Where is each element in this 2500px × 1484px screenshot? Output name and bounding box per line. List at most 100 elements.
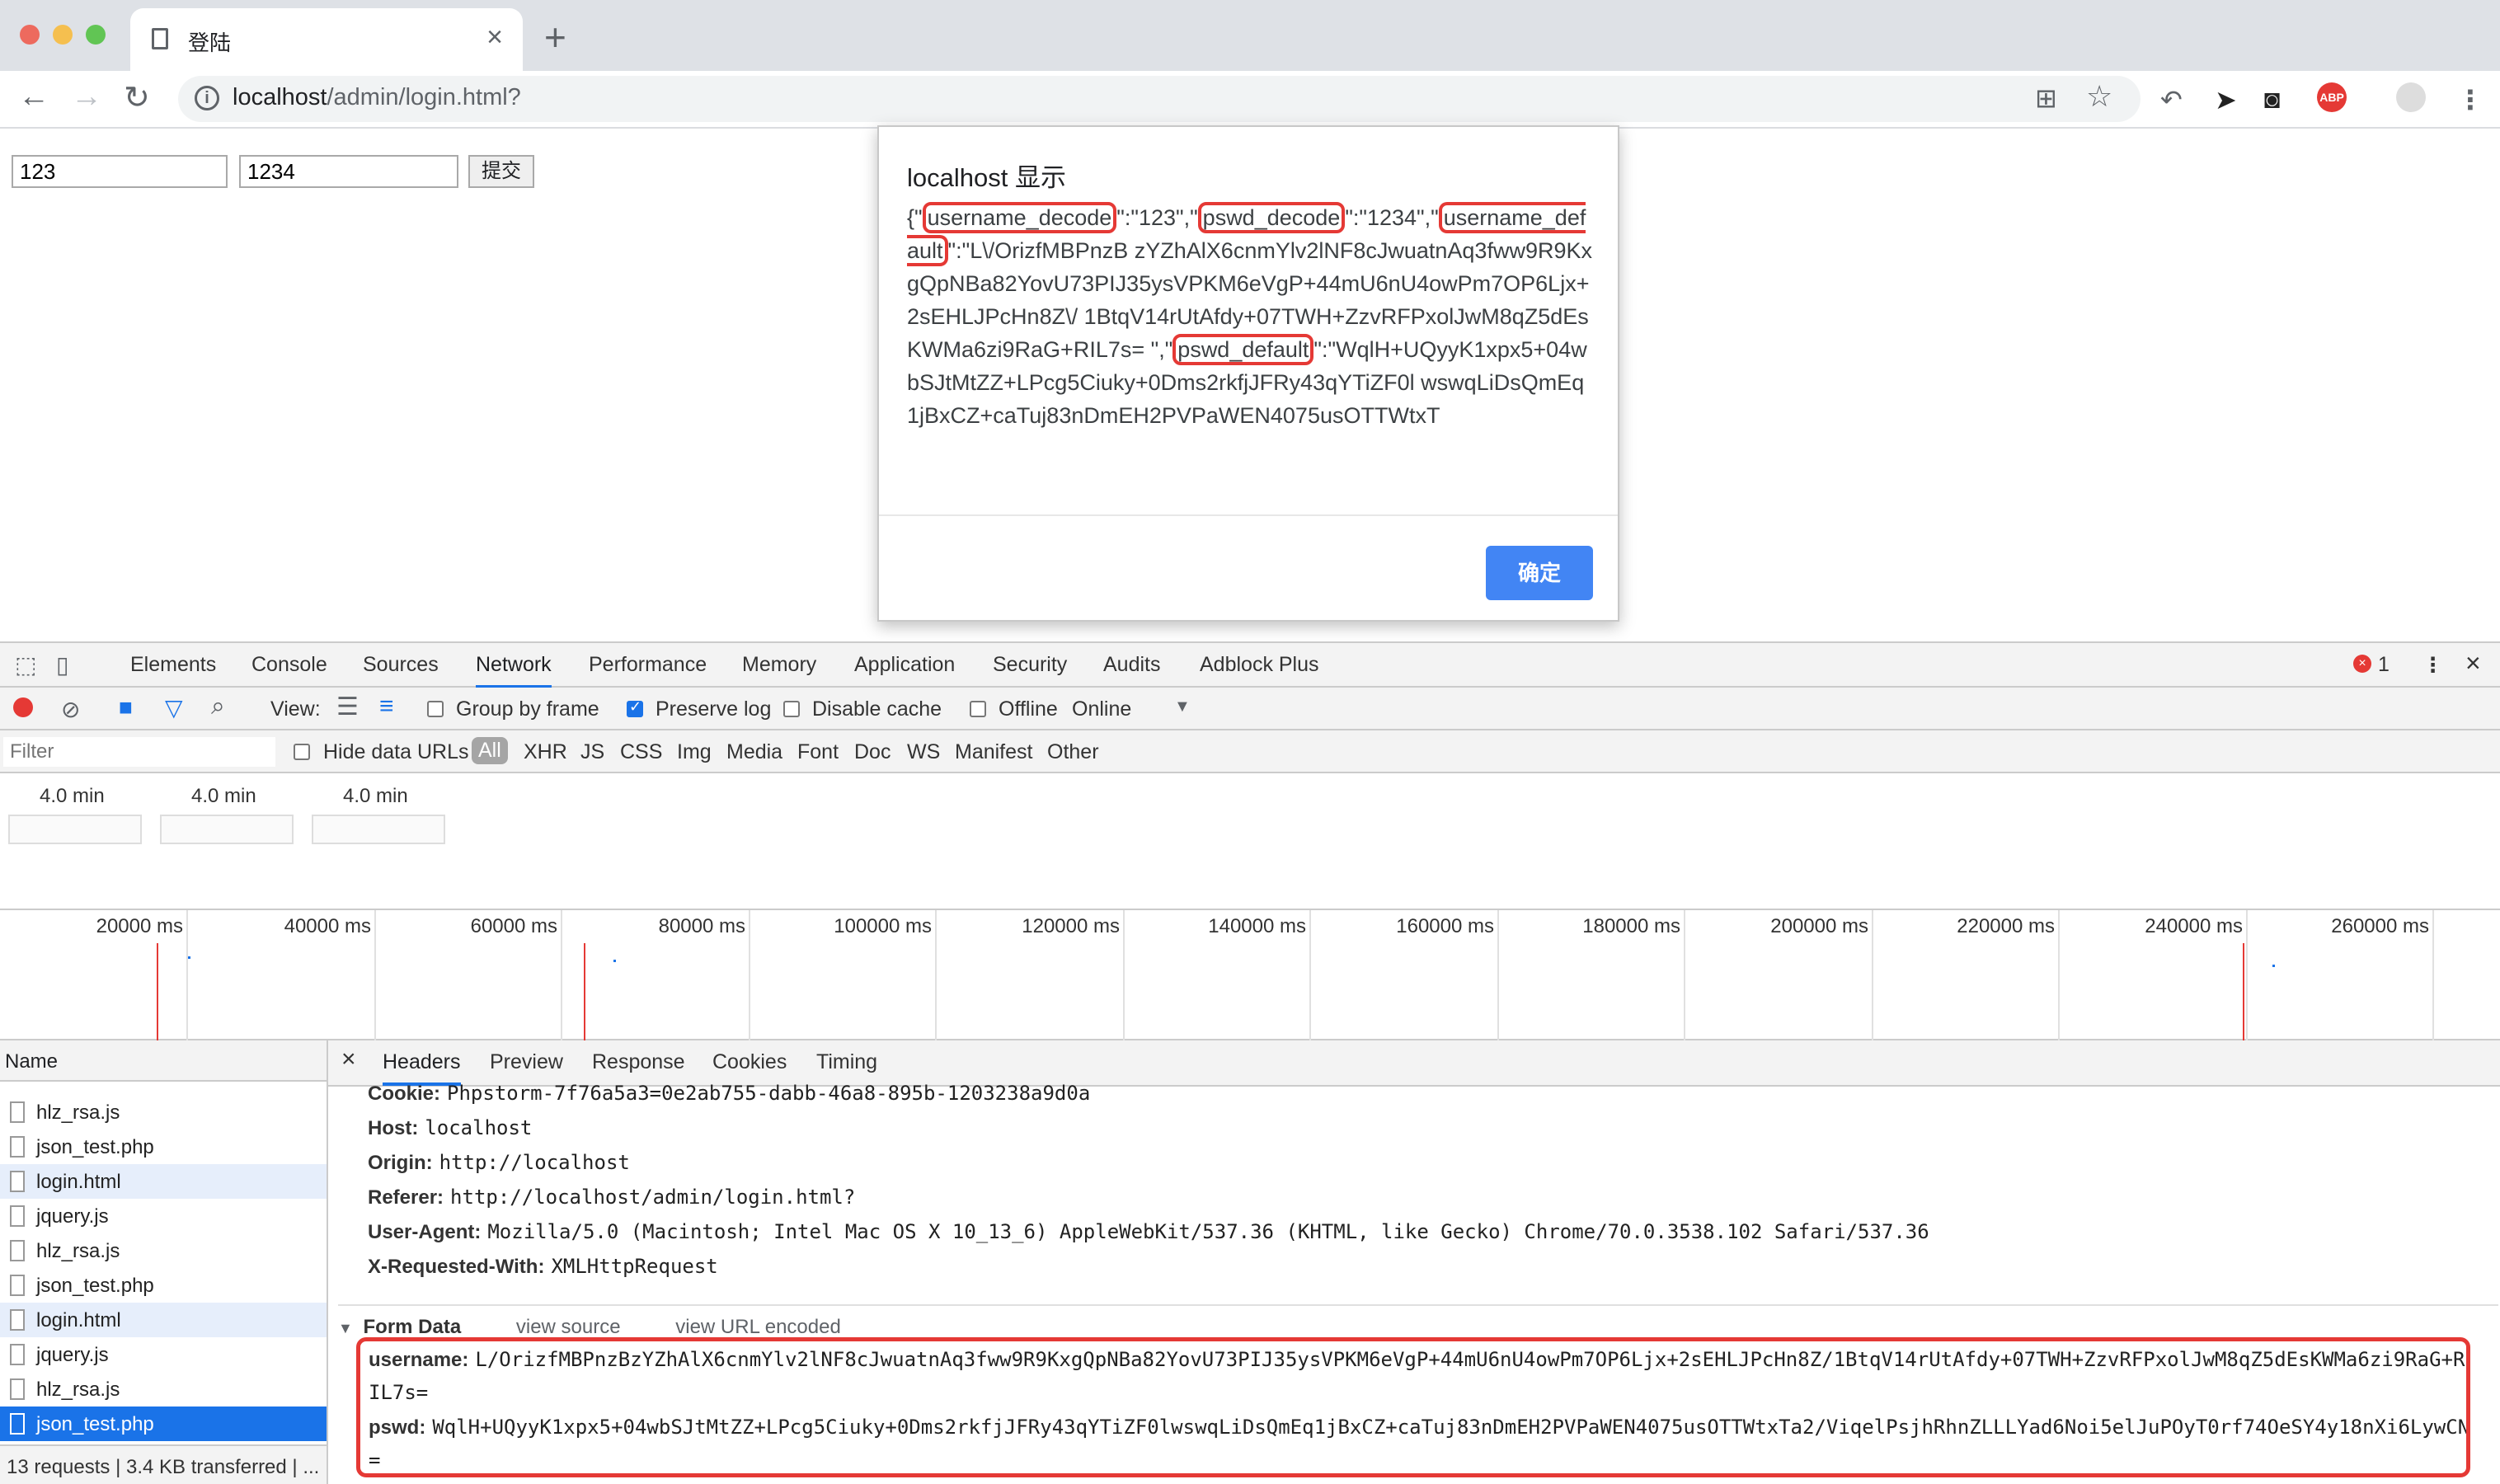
request-row[interactable]: json_test.php	[0, 1268, 327, 1303]
username-input[interactable]	[12, 155, 228, 188]
tab-response[interactable]: Response	[592, 1050, 685, 1074]
disable-cache-checkbox[interactable]	[783, 701, 800, 717]
browser-tab[interactable]: 登陆 ×	[130, 8, 523, 71]
request-row[interactable]: hlz_rsa.js	[0, 1233, 327, 1268]
timeline-gridline	[935, 910, 937, 1042]
request-row[interactable]: login.html	[0, 1164, 327, 1199]
tab-security[interactable]: Security	[993, 653, 1067, 677]
request-row[interactable]: hlz_rsa.js	[0, 1095, 327, 1129]
minimize-window-button[interactable]	[53, 25, 73, 45]
forward-icon[interactable]: →	[71, 79, 102, 115]
info-icon[interactable]: i	[195, 86, 219, 110]
tab-application[interactable]: Application	[854, 653, 955, 677]
large-rows-icon[interactable]: ☰	[336, 693, 359, 721]
timeline-overview[interactable]: 20000 ms 40000 ms 60000 ms 80000 ms 1000…	[0, 909, 2500, 1042]
screenshot-thumbnail[interactable]	[312, 815, 445, 844]
close-devtools-icon[interactable]: ×	[2465, 648, 2481, 679]
header-row: Cookie: Phpstorm-7f76a5a3=0e2ab755-dabb-4…	[368, 1082, 1090, 1106]
throttling-select[interactable]: Online	[1072, 697, 1131, 721]
close-window-button[interactable]	[20, 25, 40, 45]
reload-icon[interactable]: ↻	[124, 79, 150, 116]
tab-elements[interactable]: Elements	[130, 653, 216, 677]
tab-sources[interactable]: Sources	[363, 653, 439, 677]
clear-icon[interactable]: ⊘	[61, 696, 80, 723]
submit-button[interactable]: 提交	[468, 155, 534, 188]
device-toolbar-icon[interactable]: ▯	[56, 651, 68, 679]
timeline-tick-label: 220000 ms	[1957, 915, 2055, 937]
cursor-extension-icon[interactable]: ➤	[2215, 84, 2237, 115]
request-row-selected[interactable]: json_test.php	[0, 1407, 327, 1441]
adblock-plus-icon[interactable]: ABP	[2317, 82, 2347, 112]
tab-timing[interactable]: Timing	[816, 1050, 877, 1074]
search-icon[interactable]: ⌕	[211, 693, 225, 721]
tab-headers[interactable]: Headers	[383, 1050, 461, 1086]
tab-preview[interactable]: Preview	[490, 1050, 563, 1074]
request-name: jquery.js	[36, 1344, 109, 1366]
request-row[interactable]: hlz_rsa.js	[0, 1372, 327, 1407]
view-url-encoded-link[interactable]: view URL encoded	[675, 1316, 841, 1338]
filter-input[interactable]	[3, 737, 275, 767]
filter-img[interactable]: Img	[677, 740, 712, 764]
devtools-menu-icon[interactable]: ⋮	[2422, 653, 2443, 678]
chevron-down-icon[interactable]: ▼	[1174, 697, 1191, 716]
inspect-element-icon[interactable]: ⬚	[15, 651, 36, 679]
view-source-link[interactable]: view source	[516, 1316, 621, 1338]
ok-button[interactable]: 确定	[1486, 546, 1593, 600]
form-field-username-cont: IL7s=	[369, 1381, 428, 1405]
form-data-section-header[interactable]: ▼ Form Data view source view URL encoded	[338, 1304, 2498, 1341]
group-by-frame-checkbox[interactable]	[427, 701, 444, 717]
tab-memory[interactable]: Memory	[742, 653, 816, 677]
filter-icon[interactable]: ▽	[165, 694, 183, 721]
filter-js[interactable]: JS	[580, 740, 604, 764]
screenshot-camera-icon[interactable]: ■	[119, 694, 133, 721]
file-icon	[10, 1205, 25, 1227]
request-row[interactable]: jquery.js	[0, 1337, 327, 1372]
back-icon[interactable]: ←	[18, 79, 49, 115]
name-column-header[interactable]: Name	[0, 1040, 327, 1082]
record-icon[interactable]	[13, 697, 33, 717]
filter-font[interactable]: Font	[797, 740, 839, 764]
profile-avatar[interactable]	[2396, 82, 2426, 112]
request-name: jquery.js	[36, 1205, 109, 1228]
tab-console[interactable]: Console	[251, 653, 327, 677]
close-tab-icon[interactable]: ×	[486, 21, 503, 54]
form-value: WqlH+UQyyK1xpx5+04wbSJtMtZZ+LPcg5Ciuky+0…	[432, 1416, 2470, 1439]
header-key: Host:	[368, 1117, 419, 1139]
filter-media[interactable]: Media	[726, 740, 782, 764]
new-tab-icon[interactable]: +	[544, 15, 566, 59]
filter-css[interactable]: CSS	[620, 740, 662, 764]
filter-other[interactable]: Other	[1047, 740, 1099, 764]
offline-checkbox[interactable]	[970, 701, 986, 717]
menu-icon[interactable]: ⋮	[2457, 84, 2484, 115]
reply-extension-icon[interactable]: ↶	[2160, 84, 2183, 115]
error-icon[interactable]: ×	[2353, 655, 2371, 673]
filter-doc[interactable]: Doc	[854, 740, 891, 764]
request-row[interactable]: jquery.js	[0, 1199, 327, 1233]
tab-adblock-plus[interactable]: Adblock Plus	[1200, 653, 1319, 677]
filter-manifest[interactable]: Manifest	[955, 740, 1032, 764]
bookmark-star-icon[interactable]: ☆	[2086, 79, 2112, 114]
tab-cookies[interactable]: Cookies	[712, 1050, 787, 1074]
address-bar[interactable]: i localhost/admin/login.html? ⊞ ☆	[178, 76, 2141, 122]
tab-performance[interactable]: Performance	[589, 653, 707, 677]
translate-icon[interactable]: ⊞	[2035, 82, 2057, 114]
filter-xhr[interactable]: XHR	[524, 740, 567, 764]
waterfall-icon[interactable]: ≡	[379, 693, 394, 721]
file-icon	[10, 1240, 25, 1261]
filter-ws[interactable]: WS	[907, 740, 940, 764]
close-detail-icon[interactable]: ×	[341, 1045, 356, 1073]
screenshot-thumbnail[interactable]	[160, 815, 294, 844]
request-row[interactable]: login.html	[0, 1303, 327, 1337]
hide-data-urls-checkbox[interactable]	[294, 744, 310, 760]
tampermonkey-icon[interactable]: ◙	[2264, 84, 2280, 115]
screenshot-thumbnail[interactable]	[8, 815, 142, 844]
request-row[interactable]: json_test.php	[0, 1129, 327, 1164]
file-icon	[10, 1309, 25, 1331]
request-marker	[188, 956, 190, 959]
maximize-window-button[interactable]	[86, 25, 106, 45]
preserve-log-checkbox[interactable]	[627, 698, 643, 717]
tab-audits[interactable]: Audits	[1103, 653, 1160, 677]
tab-network[interactable]: Network	[476, 653, 552, 688]
password-input[interactable]	[239, 155, 458, 188]
filter-all[interactable]: All	[472, 737, 508, 764]
